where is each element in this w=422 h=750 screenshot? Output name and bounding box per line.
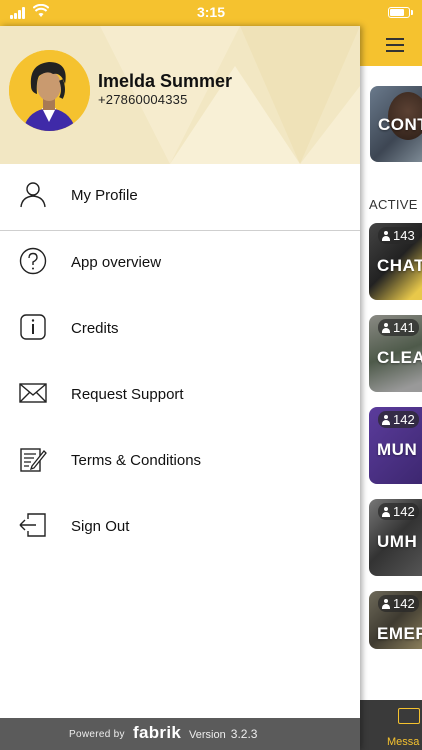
group-card[interactable]: 142 MUN — [369, 407, 422, 484]
member-count: 142 — [393, 596, 415, 611]
messages-tab[interactable]: Messa — [360, 700, 422, 750]
user-icon — [382, 599, 390, 609]
brand-logo: fabrik — [133, 723, 182, 742]
user-icon — [382, 231, 390, 241]
edit-document-icon — [20, 448, 47, 472]
sign-out-icon — [19, 513, 46, 537]
navigation-drawer: Imelda Summer +27860004335 My Profile Ap… — [0, 26, 360, 750]
member-count-badge: 141 — [378, 319, 419, 336]
group-card[interactable]: 143 CHAT — [369, 223, 422, 300]
group-title: CHAT — [377, 256, 422, 275]
message-icon — [398, 708, 420, 724]
user-icon — [382, 507, 390, 517]
status-time: 3:15 — [196, 4, 226, 20]
member-count-badge: 142 — [378, 411, 419, 428]
featured-card-title: CONT — [378, 115, 422, 134]
menu-item-label: Credits — [71, 320, 119, 337]
drawer-footer: Powered by fabrik Version 3.2.3 — [0, 718, 360, 750]
member-count: 141 — [393, 320, 415, 335]
powered-by-text: Powered by — [69, 729, 125, 740]
member-count: 142 — [393, 412, 415, 427]
status-bar: 3:15 — [0, 0, 422, 26]
user-icon — [382, 323, 390, 333]
question-circle-icon — [19, 247, 47, 275]
featured-card[interactable]: CONT — [370, 86, 422, 162]
group-title: EMEF — [377, 624, 422, 643]
main-panel: CONT ACTIVE 143 CHAT 141 CLEA 142 MUN 14… — [360, 26, 422, 750]
menu-item-label: Request Support — [71, 386, 184, 403]
avatar-illustration — [9, 50, 90, 131]
avatar[interactable] — [9, 50, 90, 131]
menu-item-label: My Profile — [71, 187, 138, 204]
group-title: CLEA — [377, 348, 422, 367]
messages-tab-label: Messa — [387, 736, 420, 748]
drawer-header: Imelda Summer +27860004335 — [0, 26, 360, 164]
group-card[interactable]: 142 EMEF — [369, 591, 422, 649]
section-label-active: ACTIVE — [369, 197, 418, 212]
version-text: Version 3.2.3 — [189, 727, 257, 741]
version-number: 3.2.3 — [230, 727, 258, 741]
user-name: Imelda Summer — [98, 71, 233, 91]
battery-icon — [388, 7, 413, 18]
menu-item-request-support[interactable]: Request Support — [0, 363, 360, 427]
menu-item-my-profile[interactable]: My Profile — [0, 164, 360, 231]
version-label: Version — [189, 729, 226, 741]
envelope-icon — [19, 383, 47, 403]
group-card[interactable]: 142 UMH — [369, 499, 422, 576]
hamburger-menu-icon[interactable] — [386, 38, 404, 52]
menu-item-terms-conditions[interactable]: Terms & Conditions — [0, 429, 360, 493]
menu-item-credits[interactable]: Credits — [0, 297, 360, 361]
main-header — [360, 26, 422, 66]
user-phone: +27860004335 — [98, 92, 188, 107]
member-count-badge: 143 — [378, 227, 419, 244]
member-count: 143 — [393, 228, 415, 243]
user-icon — [382, 415, 390, 425]
menu-item-sign-out[interactable]: Sign Out — [0, 495, 360, 559]
member-count: 142 — [393, 504, 415, 519]
user-icon — [20, 182, 46, 208]
menu-item-label: App overview — [71, 254, 162, 271]
group-title: MUN — [377, 440, 418, 459]
group-title: UMH — [377, 532, 418, 551]
member-count-badge: 142 — [378, 503, 419, 520]
group-card[interactable]: 141 CLEA — [369, 315, 422, 392]
menu-item-app-overview[interactable]: App overview — [0, 231, 360, 295]
member-count-badge: 142 — [378, 595, 419, 612]
menu-item-label: Terms & Conditions — [71, 452, 202, 469]
menu-item-label: Sign Out — [71, 518, 130, 535]
info-icon — [20, 314, 46, 340]
